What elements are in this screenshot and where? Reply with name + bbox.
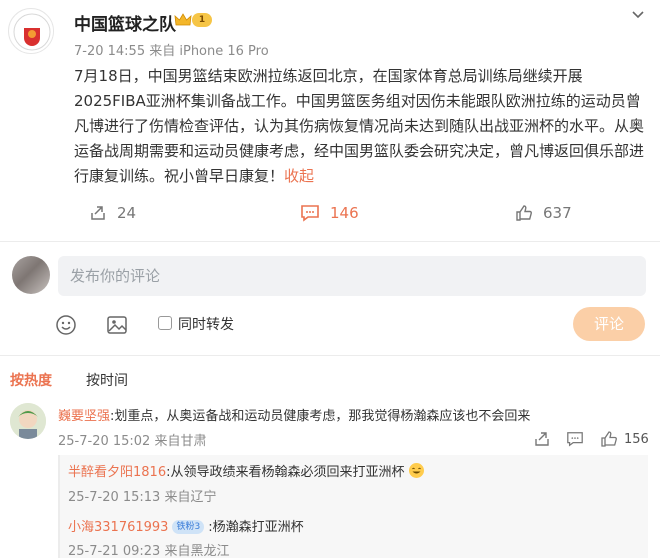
comment-input[interactable]: 发布你的评论 [58,256,646,296]
section-divider [0,355,660,356]
fan-level-badge: 铁粉3 [172,520,205,534]
emoji-icon[interactable] [55,314,77,336]
reply-body: 小海331761993 铁粉3:杨瀚森打亚洲杯 [68,516,304,535]
verified-badge-icon [47,47,53,53]
submit-comment-button[interactable]: 评论 [573,307,645,341]
crown-icon [174,13,192,26]
like-icon[interactable] [600,430,618,448]
reply-text: :从领导政绩来看杨翰森必须回来打亚洲杯 [166,465,405,480]
reply-username[interactable]: 半醉看夕阳1816 [68,465,166,480]
sort-by-hot-tab[interactable]: 按热度 [10,370,52,390]
comment-like-count: 156 [624,432,649,447]
repost-button[interactable]: 24 [89,202,136,224]
post-meta: 7-20 14:55 来自 iPhone 16 Pro [74,44,269,59]
like-count: 637 [543,204,572,222]
post-text: 7月18日，中国男篮结束欧洲拉练返回北京，在国家体育总局训练局继续开展2025F… [74,67,645,185]
vip-level-badge: 1 [192,13,212,27]
reply-meta: 25-7-20 15:13 来自辽宁 [68,490,217,505]
reply-username[interactable]: 小海331761993 [68,520,168,535]
team-china-logo [10,10,53,53]
comment-username[interactable]: 巍要坚强 [58,409,110,424]
reply-icon[interactable] [566,430,584,448]
repost-count: 24 [117,204,137,222]
author-name[interactable]: 中国篮球之队 [74,10,176,35]
reply-meta: 25-7-21 09:23 来自黑龙江 [68,544,230,558]
reply-body: 半醉看夕阳1816:从领导政绩来看杨翰森必须回来打亚洲杯 [68,461,424,480]
collapse-link[interactable]: 收起 [284,167,314,185]
repost-icon [91,206,105,220]
like-button[interactable]: 637 [515,202,572,224]
comment-icon [301,205,319,222]
comment-text: :划重点，从奥运备战和运动员健康考虑，那我觉得杨瀚森应该也不会回来 [110,409,531,424]
comment-button[interactable]: 146 [300,202,359,224]
repost-icon[interactable] [533,430,551,448]
comment-body: 巍要坚强:划重点，从奥运备战和运动员健康考虑，那我觉得杨瀚森应该也不会回来 [58,405,530,424]
section-divider [0,241,660,242]
avatar-image [10,403,46,439]
reply-text: :杨瀚森打亚洲杯 [208,520,304,535]
post-content: 7月18日，中国男篮结束欧洲拉练返回北京，在国家体育总局训练局继续开展2025F… [74,64,644,189]
chevron-down-icon[interactable] [630,6,646,22]
current-user-avatar [12,256,50,294]
sort-by-time-tab[interactable]: 按时间 [86,370,128,390]
like-icon [516,205,532,221]
repost-checkbox-label[interactable]: 同时转发 [178,314,234,334]
repost-checkbox[interactable] [158,316,172,330]
author-avatar[interactable] [8,8,54,54]
image-icon[interactable] [106,314,128,336]
laughing-emoji-icon [408,463,424,478]
comment-meta: 25-7-20 15:02 来自甘肃 [58,434,207,449]
commenter-avatar[interactable] [10,403,46,439]
comment-count: 146 [330,204,359,222]
